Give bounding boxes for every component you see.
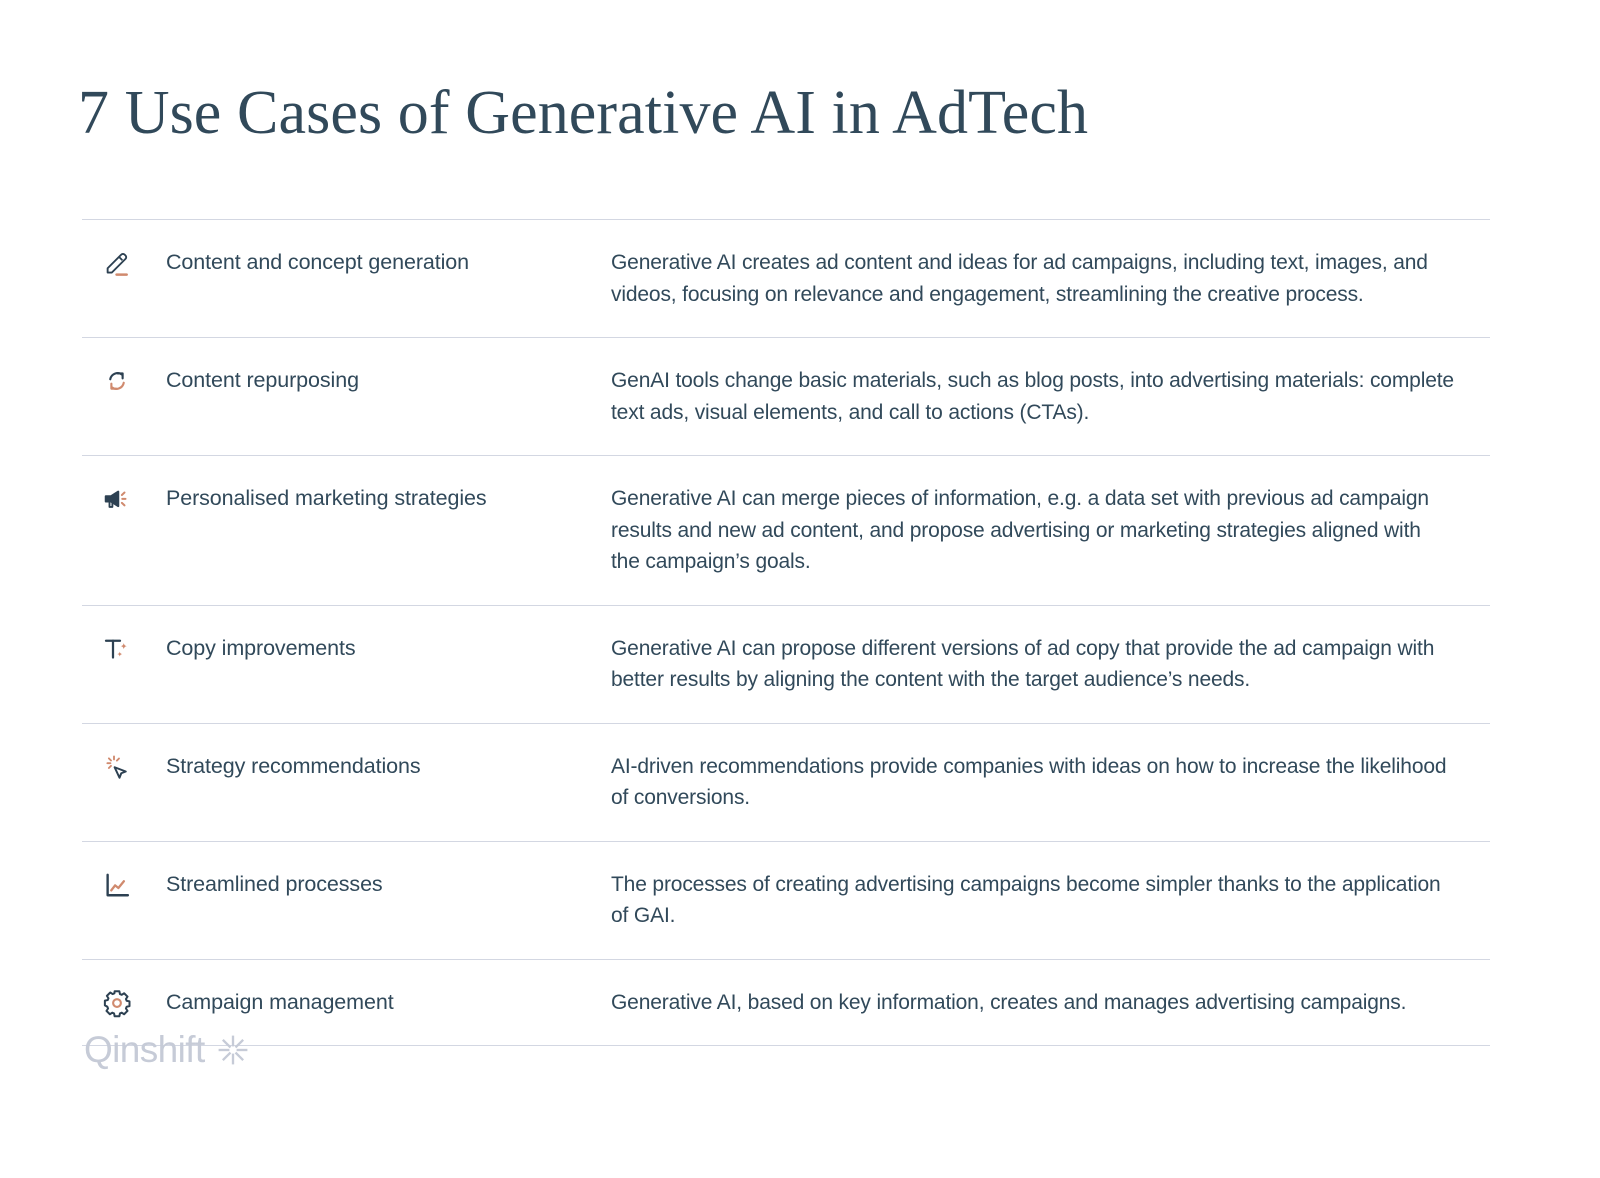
row-description: Generative AI can merge pieces of inform… xyxy=(611,483,1490,578)
row-icon-cell xyxy=(82,483,166,514)
table-row[interactable]: Campaign management Generative AI, based… xyxy=(82,960,1490,1046)
use-cases-table: Content and concept generation Generativ… xyxy=(82,219,1490,1046)
description-line: Generative AI, based on key information,… xyxy=(611,990,1407,1014)
table-row[interactable]: Content repurposing GenAI tools change b… xyxy=(82,338,1490,455)
row-icon-cell xyxy=(82,247,166,278)
megaphone-icon xyxy=(104,490,127,508)
description-line: Generative AI can propose different vers… xyxy=(611,636,1435,660)
description-line: results and new ad content, and propose … xyxy=(611,518,1421,542)
description-line: of GAI. xyxy=(611,904,676,927)
description-line: text ads, visual elements, and call to a… xyxy=(611,400,1090,424)
description-line: of conversions. xyxy=(611,786,750,809)
row-description: GenAI tools change basic materials, such… xyxy=(611,365,1490,428)
row-label: Personalised marketing strategies xyxy=(166,486,487,510)
logo-wordmark: Qinshift xyxy=(84,1028,205,1070)
starburst-icon xyxy=(218,1035,248,1065)
pencil-icon xyxy=(106,253,128,276)
gear-icon xyxy=(103,989,131,1017)
row-label: Content repurposing xyxy=(166,368,359,392)
description-line: AI-driven recommendations provide compan… xyxy=(611,754,1447,778)
row-icon-cell xyxy=(82,987,166,1018)
description-line: videos, focusing on relevance and engage… xyxy=(611,282,1364,306)
row-description: The processes of creating advertising ca… xyxy=(611,869,1490,932)
row-label: Campaign management xyxy=(166,989,394,1014)
row-label: Strategy recommendations xyxy=(166,753,421,778)
row-icon-cell xyxy=(82,633,166,664)
row-icon-cell xyxy=(82,751,166,782)
row-description: AI-driven recommendations provide compan… xyxy=(611,751,1490,814)
row-label: Copy improvements xyxy=(166,635,356,660)
table-divider-bottom xyxy=(82,1045,1490,1046)
row-icon-cell xyxy=(82,365,166,396)
table-row[interactable]: Streamlined processes The processes of c… xyxy=(82,842,1490,959)
description-line: the campaign’s goals. xyxy=(611,550,811,573)
table-row[interactable]: Content and concept generation Generativ… xyxy=(82,220,1490,337)
row-description: Generative AI creates ad content and ide… xyxy=(611,247,1490,310)
qinshift-logo: Qinshift xyxy=(84,1030,251,1068)
table-row[interactable]: Copy improvements Generative AI can prop… xyxy=(82,606,1490,723)
text-sparkle-icon xyxy=(104,639,127,659)
description-line: better results by aligning the content w… xyxy=(611,668,1251,691)
slide-root: 7 Use Cases of Generative AI in AdTech C… xyxy=(0,0,1600,1178)
description-line: Generative AI can merge pieces of inform… xyxy=(611,487,1429,510)
description-line: GenAI tools change basic materials, such… xyxy=(611,369,1454,392)
row-label: Content and concept generation xyxy=(166,250,470,274)
description-line: The processes of creating advertising ca… xyxy=(611,872,1441,896)
cursor-sparkle-icon xyxy=(106,754,127,779)
table-row[interactable]: Strategy recommendations AI-driven recom… xyxy=(82,724,1490,841)
row-description: Generative AI, based on key information,… xyxy=(611,987,1490,1019)
line-chart-icon xyxy=(106,873,130,896)
row-description: Generative AI can propose different vers… xyxy=(611,633,1490,696)
row-icon-cell xyxy=(82,869,166,900)
page-title: 7 Use Cases of Generative AI in AdTech xyxy=(78,79,1089,147)
repurpose-arrows-icon xyxy=(109,372,125,390)
description-line: Generative AI creates ad content and ide… xyxy=(611,251,1428,274)
table-row[interactable]: Personalised marketing strategies Genera… xyxy=(82,456,1490,605)
row-label: Streamlined processes xyxy=(166,871,383,896)
